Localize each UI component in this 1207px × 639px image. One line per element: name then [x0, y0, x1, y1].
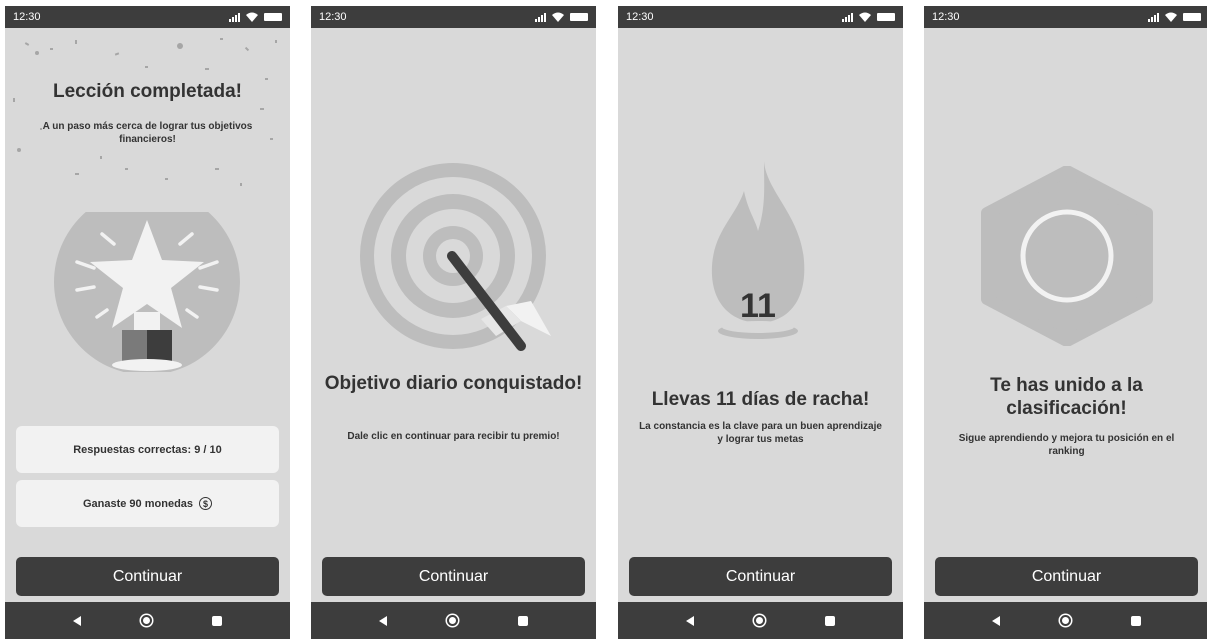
screen-title: Llevas 11 días de racha! [651, 389, 870, 410]
status-time: 12:30 [626, 11, 654, 23]
battery-icon [570, 13, 588, 21]
battery-icon [877, 13, 895, 21]
correct-answers-label: Respuestas correctas: 9 / 10 [73, 443, 222, 456]
continue-button[interactable]: Continuar [935, 557, 1198, 596]
battery-icon [1183, 13, 1201, 21]
android-nav-bar [618, 602, 903, 639]
recent-apps-icon[interactable] [212, 615, 222, 626]
screen-streak: 12:30 11 Llevas 11 días de racha! La con… [618, 6, 903, 639]
signal-icon [842, 12, 853, 22]
back-icon[interactable] [73, 615, 81, 626]
screen-title: Objetivo diario conquistado! [324, 373, 583, 394]
android-nav-bar [5, 602, 290, 639]
coins-earned-card: Ganaste 90 monedas $ [16, 480, 279, 527]
wifi-icon [859, 12, 871, 22]
home-icon[interactable] [754, 615, 765, 626]
wifi-icon [246, 12, 258, 22]
status-time: 12:30 [932, 11, 960, 23]
coins-earned-label: Ganaste 90 monedas [82, 497, 194, 510]
continue-button[interactable]: Continuar [629, 557, 892, 596]
hexagon-badge-icon [981, 166, 1153, 346]
status-bar: 12:30 [5, 6, 290, 28]
confetti-decoration [13, 38, 277, 186]
android-nav-bar [311, 602, 596, 639]
android-nav-bar [924, 602, 1207, 639]
status-bar: 12:30 [311, 6, 596, 28]
status-bar: 12:30 [618, 6, 903, 28]
screen-subtitle: Dale clic en continuar para recibir tu p… [347, 431, 560, 442]
recent-apps-icon[interactable] [825, 615, 835, 626]
signal-icon [229, 12, 240, 22]
wifi-icon [552, 12, 564, 22]
continue-button[interactable]: Continuar [16, 557, 279, 596]
screen-lesson-completed: 12:30 Lección completada! A un paso más … [5, 6, 290, 639]
status-time: 12:30 [319, 11, 347, 23]
continue-button[interactable]: Continuar [322, 557, 585, 596]
signal-icon [1148, 12, 1159, 22]
recent-apps-icon[interactable] [518, 615, 528, 626]
screen-leaderboard: 12:30 Te has unido a la clasificación! S… [924, 6, 1207, 639]
screen-subtitle: Sigue aprendiendo y mejora tu posición e… [958, 433, 1175, 457]
coin-icon: $ [199, 497, 213, 510]
screen-daily-goal: 12:30 Objetivo diario conquistado! Dale … [311, 6, 596, 639]
correct-answers-card: Respuestas correctas: 9 / 10 [16, 426, 279, 473]
status-time: 12:30 [13, 11, 41, 23]
flame-icon: 11 [711, 161, 805, 339]
back-icon[interactable] [686, 615, 694, 626]
signal-icon [535, 12, 546, 22]
status-bar: 12:30 [924, 6, 1207, 28]
home-icon[interactable] [447, 615, 458, 626]
home-icon[interactable] [1060, 615, 1071, 626]
back-icon[interactable] [992, 615, 1000, 626]
star-trophy-icon [54, 212, 240, 372]
screen-subtitle: A un paso más cerca de lograr tus objeti… [42, 121, 253, 145]
screen-title: Lección completada! [53, 81, 242, 102]
home-icon[interactable] [141, 615, 152, 626]
battery-icon [264, 13, 282, 21]
screen-title: Te has unido a la clasificación! [990, 375, 1143, 419]
screen-subtitle: La constancia es la clave para un buen a… [639, 421, 882, 445]
recent-apps-icon[interactable] [1131, 615, 1141, 626]
streak-number: 11 [740, 287, 776, 325]
target-icon [360, 163, 551, 351]
back-icon[interactable] [379, 615, 387, 626]
wifi-icon [1165, 12, 1177, 22]
